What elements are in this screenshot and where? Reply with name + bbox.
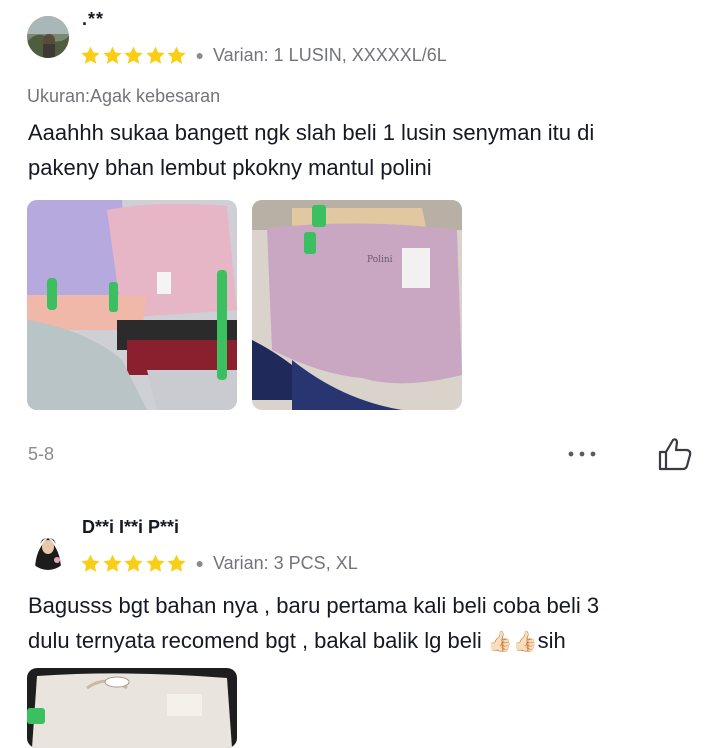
review-text: Bagusss bgt bahan nya , baru pertama kal… (28, 588, 698, 660)
review-text-line: dulu ternyata recomend bgt , bakal balik… (28, 623, 698, 660)
like-button[interactable] (656, 436, 694, 472)
star-icon (124, 46, 143, 64)
thumbs-up-emoji: 👍🏻👍🏻 (487, 631, 538, 653)
star-icon (167, 46, 186, 64)
avatar[interactable] (27, 528, 69, 570)
separator-dot: ● (195, 555, 204, 571)
review-text-segment: sih (537, 628, 566, 653)
star-icon (145, 554, 165, 572)
variant-label: Varian: 1 LUSIN, XXXXXL/6L (212, 44, 447, 65)
username[interactable]: .** (82, 9, 104, 30)
review-text-line: Bagusss bgt bahan nya , baru pertama kal… (28, 593, 600, 618)
star-icon (81, 554, 100, 572)
star-icon (81, 46, 100, 64)
more-button[interactable] (565, 441, 605, 467)
thumbs-up-icon (658, 438, 692, 471)
star-icon (145, 46, 165, 64)
size-note: Ukuran:Agak kebesaran (27, 86, 221, 106)
review-text: Aaahhh sukaa bangett ngk slah beli 1 lus… (28, 115, 698, 185)
review-date: 5-8 (28, 444, 55, 464)
star-rating (80, 553, 188, 574)
svg-text:Polini: Polini (367, 255, 393, 265)
review-photo[interactable]: Polini (252, 200, 462, 410)
variant-label: Varian: 3 PCS, XL (212, 552, 358, 573)
rating-row: ● Varian: 1 LUSIN, XXXXXL/6L (80, 43, 447, 67)
star-icon (167, 554, 186, 572)
star-icon (102, 46, 122, 64)
rating-row: ● Varian: 3 PCS, XL (80, 551, 358, 575)
review-text-line: pakeny bhan lembut pkokny mantul polini (28, 155, 432, 180)
review-photo[interactable] (27, 200, 237, 410)
separator-dot: ● (195, 47, 204, 63)
username[interactable]: D**i I**i P**i (82, 517, 179, 538)
star-icon (124, 554, 143, 572)
star-rating (80, 45, 188, 66)
avatar[interactable] (27, 16, 69, 58)
review-photo[interactable] (27, 668, 237, 748)
more-dots-icon (568, 451, 596, 457)
review-text-line: Aaahhh sukaa bangett ngk slah beli 1 lus… (28, 120, 595, 145)
star-icon (102, 554, 122, 572)
review-text-segment: dulu ternyata recomend bgt , bakal balik… (28, 628, 488, 653)
